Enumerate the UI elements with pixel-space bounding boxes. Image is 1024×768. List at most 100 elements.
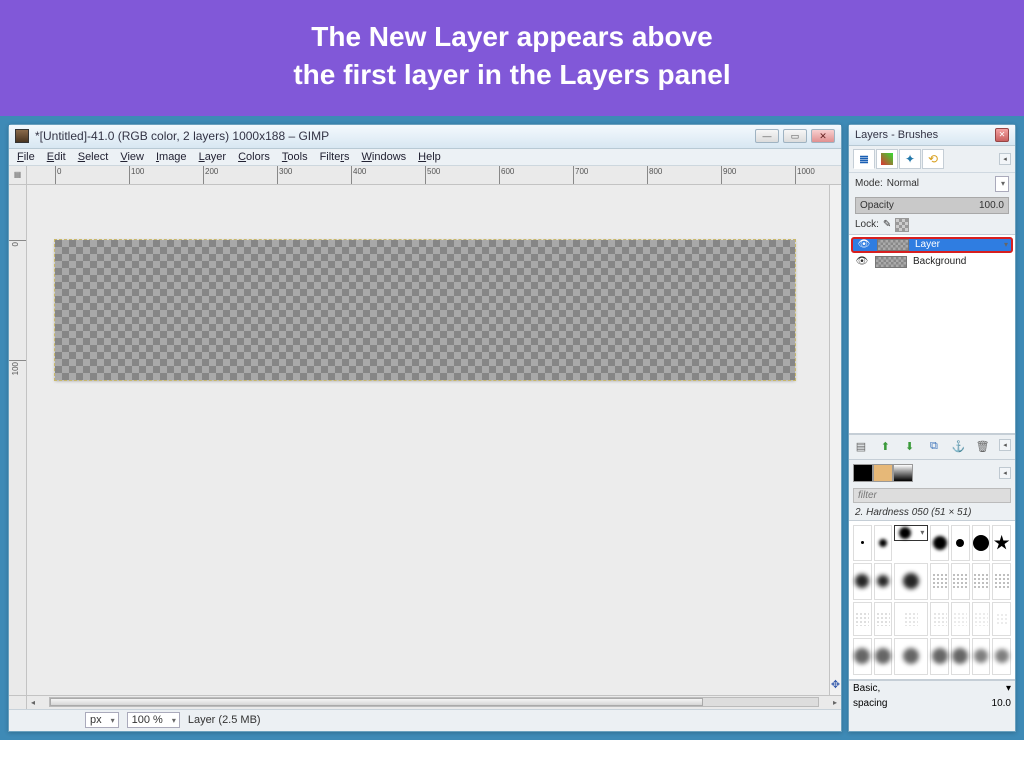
brush-cell[interactable] [972, 525, 991, 562]
anchor-layer-button[interactable]: ⚓ [950, 439, 966, 455]
maximize-button[interactable]: ▭ [783, 129, 807, 143]
brush-spacing-row[interactable]: spacing 10.0 [849, 696, 1015, 711]
zoom-select[interactable]: 100 % [127, 712, 180, 728]
delete-layer-button[interactable]: 🗑 [975, 439, 991, 455]
minimize-button[interactable]: — [755, 129, 779, 143]
menu-image[interactable]: Image [156, 151, 187, 163]
brush-grid[interactable] [849, 520, 1015, 680]
brush-cell[interactable] [874, 602, 893, 637]
visibility-icon[interactable]: 👁 [857, 239, 871, 250]
stage: *[Untitled]-41.0 (RGB color, 2 layers) 1… [0, 116, 1024, 740]
scrollbar-thumb[interactable] [50, 698, 703, 706]
star-icon [994, 535, 1010, 551]
brush-cell[interactable] [874, 525, 893, 562]
tab-paths-icon[interactable]: ✦ [899, 149, 921, 169]
horizontal-ruler[interactable]: 01002003004005006007008009001000 [27, 166, 841, 184]
panel-close-button[interactable]: ✕ [995, 128, 1009, 142]
brush-cell[interactable] [972, 563, 991, 600]
brush-cell[interactable] [874, 563, 893, 600]
brush-cell[interactable] [930, 563, 949, 600]
brush-swatches: ◂ [849, 459, 1015, 486]
brush-cell[interactable] [951, 563, 970, 600]
tab-layers-icon[interactable]: ≣ [853, 149, 875, 169]
layer-list: 👁 Layer 👁 Background [849, 234, 1015, 434]
menubar: File Edit Select View Image Layer Colors… [9, 149, 841, 166]
brush-cell[interactable] [853, 602, 872, 637]
brush-cell[interactable] [894, 602, 928, 637]
panel-titlebar[interactable]: Layers - Brushes ✕ [849, 125, 1015, 146]
right-scroll-area[interactable]: ✥ [829, 185, 841, 695]
brush-cell[interactable] [972, 638, 991, 675]
layer-row-layer[interactable]: 👁 Layer [851, 237, 1013, 253]
brush-cell[interactable] [930, 602, 949, 637]
menu-file[interactable]: File [17, 151, 35, 163]
raise-layer-button[interactable]: ⬆ [877, 439, 893, 455]
visibility-icon[interactable]: 👁 [855, 256, 869, 267]
panel-tabs: ≣ ✦ ⟲ ◂ [849, 146, 1015, 173]
menu-layer[interactable]: Layer [199, 151, 227, 163]
brush-cell[interactable] [951, 638, 970, 675]
vertical-ruler[interactable]: 0100 [9, 185, 27, 695]
menu-help[interactable]: Help [418, 151, 441, 163]
menu-colors[interactable]: Colors [238, 151, 270, 163]
horizontal-scrollbar[interactable] [49, 697, 819, 707]
brush-cell[interactable] [972, 602, 991, 637]
menu-edit[interactable]: Edit [47, 151, 66, 163]
titlebar[interactable]: *[Untitled]-41.0 (RGB color, 2 layers) 1… [9, 125, 841, 149]
swatch-tan[interactable] [873, 464, 893, 482]
menu-filters[interactable]: Filters [320, 151, 350, 163]
spacing-value: 10.0 [992, 698, 1011, 709]
lock-alpha-toggle[interactable] [895, 218, 909, 232]
brush-cell[interactable] [992, 525, 1011, 562]
layer-name[interactable]: Background [913, 256, 966, 267]
brush-cell[interactable] [853, 638, 872, 675]
brush-cell[interactable] [992, 602, 1011, 637]
canvas[interactable] [55, 240, 795, 380]
tab-undo-icon[interactable]: ⟲ [922, 149, 944, 169]
brush-category-row[interactable]: Basic, ▾ [849, 680, 1015, 696]
brush-cell[interactable] [930, 638, 949, 675]
brush-cell[interactable] [992, 563, 1011, 600]
opacity-slider[interactable]: Opacity 100.0 [855, 197, 1009, 214]
mode-dropdown[interactable] [995, 176, 1009, 192]
unit-select[interactable]: px [85, 712, 119, 728]
swatch-menu-button[interactable]: ◂ [999, 467, 1011, 479]
brush-cell[interactable] [894, 525, 928, 541]
tab-channels-icon[interactable] [876, 149, 898, 169]
swatch-gradient[interactable] [893, 464, 913, 482]
layer-name[interactable]: Layer [915, 239, 940, 250]
menu-view[interactable]: View [120, 151, 144, 163]
menu-select[interactable]: Select [78, 151, 109, 163]
brush-cell[interactable] [894, 563, 928, 600]
duplicate-layer-button[interactable]: ⧉ [926, 439, 942, 455]
gimp-logo-icon [15, 129, 29, 143]
opacity-label: Opacity [860, 200, 894, 211]
panel-menu-button[interactable]: ◂ [999, 153, 1011, 165]
brush-cell[interactable] [853, 563, 872, 600]
layer-row-background[interactable]: 👁 Background [851, 253, 1013, 271]
mode-row: Mode: Normal [849, 173, 1015, 195]
ruler-corner: ▦ [9, 166, 27, 184]
brush-filter-input[interactable]: filter [853, 488, 1011, 503]
new-layer-button[interactable]: ▤ [853, 439, 869, 455]
brush-cell[interactable] [853, 525, 872, 562]
brush-cell[interactable] [951, 525, 970, 562]
close-button[interactable]: ✕ [811, 129, 835, 143]
layer-more-button[interactable]: ◂ [999, 439, 1011, 451]
brush-cell[interactable] [874, 638, 893, 675]
brush-cell[interactable] [951, 602, 970, 637]
chevron-down-icon: ▾ [1006, 683, 1011, 694]
mode-label: Mode: [855, 178, 883, 189]
brush-cell[interactable] [930, 525, 949, 562]
statusbar: px 100 % Layer (2.5 MB) [9, 709, 841, 731]
brush-cell[interactable] [992, 638, 1011, 675]
brush-cell[interactable] [894, 638, 928, 675]
spacing-label: spacing [853, 698, 887, 709]
menu-windows[interactable]: Windows [362, 151, 407, 163]
navigation-icon[interactable]: ✥ [831, 678, 840, 691]
canvas-region[interactable] [27, 185, 829, 695]
ruler-row: ▦ 01002003004005006007008009001000 [9, 166, 841, 185]
swatch-black[interactable] [853, 464, 873, 482]
lower-layer-button[interactable]: ⬇ [902, 439, 918, 455]
menu-tools[interactable]: Tools [282, 151, 308, 163]
